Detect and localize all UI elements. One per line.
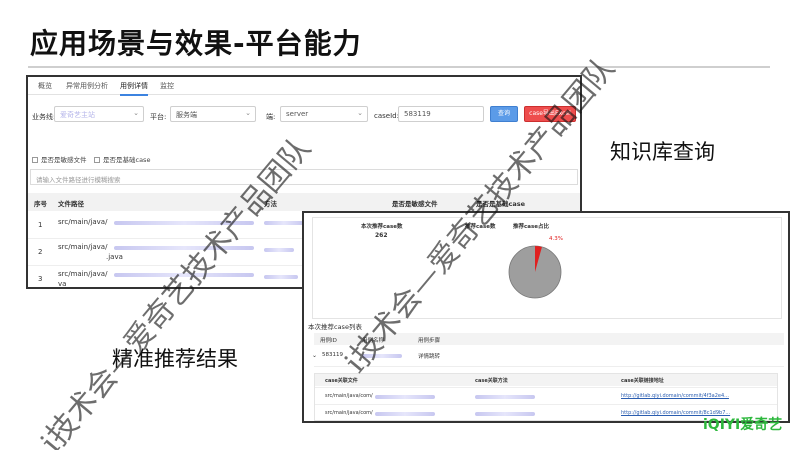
commit-link[interactable]: http://gitlab.qiyi.domain/commit/4f3a2e4… (621, 393, 729, 399)
tab-bar: 概览 异常用例分析 用例详情 监控 (28, 77, 580, 96)
file-path-search-input[interactable]: 请输入文件路径进行模糊搜索 (30, 169, 578, 185)
chevron-down-icon: ⌄ (133, 109, 139, 117)
table-row[interactable]: src/main/java/com/ http://gitlab.qiyi.do… (315, 387, 777, 404)
chevron-down-icon: ⌄ (357, 109, 363, 117)
slide-title: 应用场景与效果-平台能力 (30, 27, 362, 60)
col-file-path: 文件路径 (58, 200, 84, 208)
list-header: 用例ID 用例名称 用例步骤 (314, 333, 784, 345)
redacted-text (475, 395, 535, 399)
tab-overview[interactable]: 概览 (38, 81, 52, 91)
chevron-down-icon: ⌄ (245, 109, 251, 117)
sensitive-file-checkbox[interactable]: 是否是敏感文件 (32, 154, 87, 164)
end-label: 端: (266, 113, 276, 121)
stat-total-value: 262 (375, 232, 388, 239)
tab-case-detail[interactable]: 用例详情 (120, 81, 148, 96)
row-path: src/main/java/ (58, 270, 108, 278)
recommend-list-title: 本次推荐case列表 (308, 323, 362, 331)
tab-monitor[interactable]: 监控 (160, 81, 174, 91)
pie-percent-label: 4.3% (549, 236, 563, 242)
row-index: 2 (38, 248, 43, 256)
redacted-text (375, 412, 435, 416)
row-index: 3 (38, 275, 43, 283)
caseid-input[interactable]: 583119 (398, 106, 484, 122)
basic-case-checkbox[interactable]: 是否是基础case (94, 154, 150, 164)
table-header: 序号 文件路径 方法 是否是敏感文件 是否是基础case (28, 193, 580, 211)
stats-card: 本次推荐case数 262 推荐case数 推荐case占比 4.3% (312, 217, 782, 319)
redacted-text (264, 248, 294, 252)
redacted-text (114, 246, 254, 250)
row-path: src/main/java/ (58, 243, 108, 251)
row-path: src/main/java/ (58, 218, 108, 226)
col-sensitive: 是否是敏感文件 (392, 200, 438, 208)
end-select[interactable]: server ⌄ (280, 106, 368, 122)
sub-table-header: case关联文件 case关联方法 case关联链接地址 (315, 374, 777, 386)
redacted-text (114, 221, 254, 225)
recommend-result-caption: 精准推荐结果 (112, 347, 238, 371)
redacted-text (264, 221, 304, 225)
col-basic-case: 是否是基础case (476, 200, 526, 208)
redacted-text (375, 395, 435, 399)
list-item[interactable]: ⌄ 583119 详情跳转 (312, 347, 784, 367)
redacted-text (475, 412, 535, 416)
recommend-result-screenshot: 本次推荐case数 262 推荐case数 推荐case占比 4.3% 本次推荐… (302, 211, 790, 423)
col-index: 序号 (34, 200, 47, 208)
query-button[interactable]: 查询 (490, 106, 518, 122)
business-line-label: 业务线: (32, 113, 56, 121)
row-path-suffix: .java (106, 253, 123, 261)
row-index: 1 (38, 221, 43, 229)
stat-total-label: 本次推荐case数 (361, 224, 403, 230)
business-line-select[interactable]: 爱奇艺主站 ⌄ (54, 106, 144, 122)
expand-chevron-icon[interactable]: ⌄ (312, 352, 317, 359)
redacted-text (114, 273, 254, 277)
iqiyi-logo: iQIYI爱奇艺 (703, 417, 783, 433)
title-divider (28, 66, 770, 68)
platform-label: 平台: (150, 113, 167, 121)
export-excel-button[interactable]: case导出Excel (524, 106, 576, 122)
redacted-text (362, 354, 402, 358)
col-method: 方法 (264, 200, 277, 208)
recommend-ratio-pie-chart: 4.3% (508, 236, 563, 299)
platform-select[interactable]: 服务端 ⌄ (170, 106, 256, 122)
row-path-suffix: va (58, 280, 67, 288)
tab-abnormal-analysis[interactable]: 异常用例分析 (66, 81, 108, 91)
caseid-label: caseId: (374, 112, 399, 120)
redacted-text (264, 275, 298, 279)
knowledge-query-caption: 知识库查询 (610, 140, 715, 164)
